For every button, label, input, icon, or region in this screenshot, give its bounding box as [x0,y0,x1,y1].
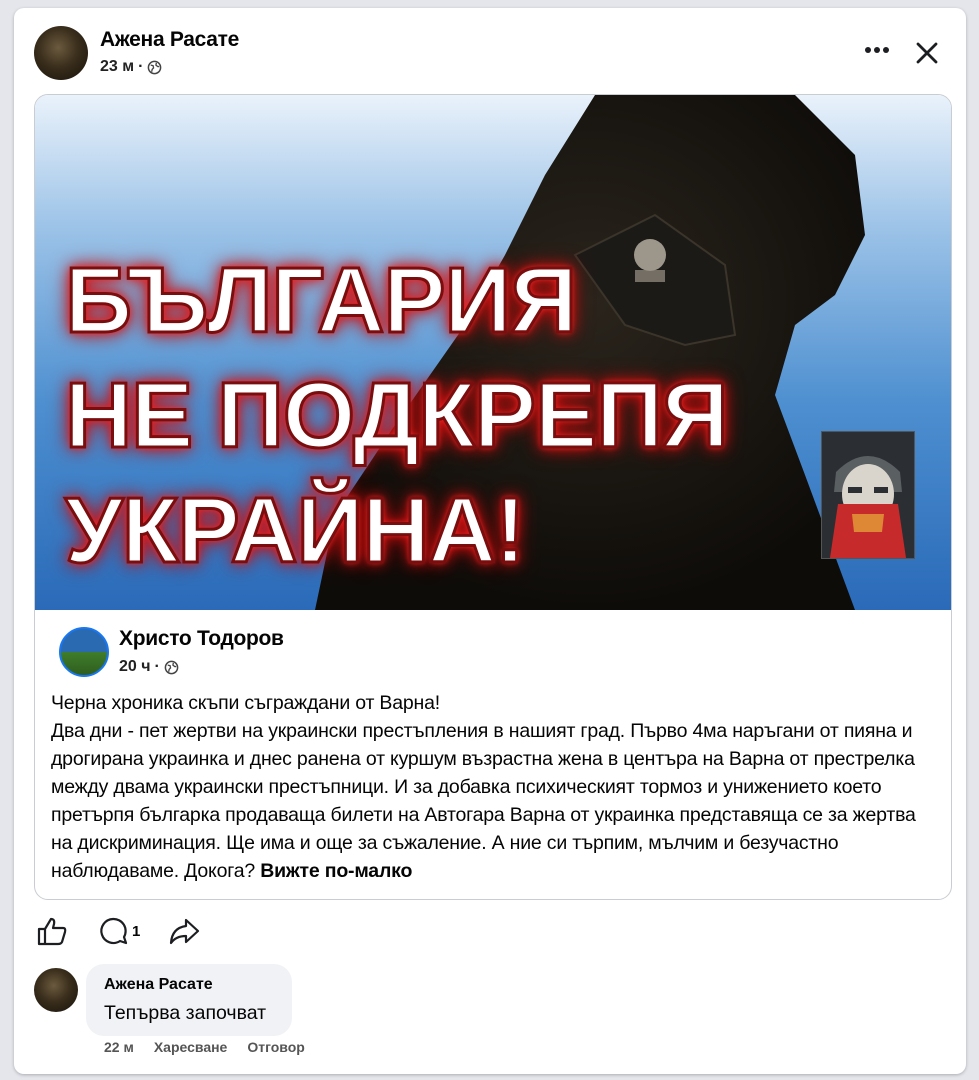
image-headline: БЪЛГАРИЯ НЕ ПОДКРЕПЯ УКРАЙНА! [64,243,731,588]
globe-icon [164,660,179,674]
image-headline-line: БЪЛГАРИЯ [64,247,579,354]
post-text-body-content: Два дни - пет жертви на украински престъ… [51,720,916,882]
post-text-body: Два дни - пет жертви на украински престъ… [51,717,941,885]
close-button[interactable] [906,32,948,74]
share-button[interactable] [168,916,200,946]
thumbs-up-icon [37,917,67,946]
post-text: Черна хроника скъпи съграждани от Варна!… [51,689,941,885]
comment-count: 1 [132,922,141,940]
comment-reply-link[interactable]: Отговор [247,1039,304,1055]
comment-bubble-icon [100,917,128,945]
post-meta: 23 м · [100,58,162,76]
original-author-name[interactable]: Христо Тодоров [119,627,284,651]
comment-button[interactable]: 1 [98,916,140,946]
post-time[interactable]: 23 м [100,58,134,76]
comment-author[interactable]: Ажена Расате [104,976,213,994]
post-actions: 1 [36,914,200,948]
original-post-time[interactable]: 20 ч [119,658,151,676]
comment-bubble: Ажена Расате Тепърва започват [86,964,292,1036]
masked-face-logo [821,431,915,559]
like-button[interactable] [36,916,68,946]
commenter-avatar[interactable] [34,968,78,1012]
original-post-meta: 20 ч · [119,658,179,676]
comment-like-link[interactable]: Харесване [154,1039,228,1055]
globe-icon [148,60,162,74]
comment-text: Тепърва започват [104,1002,267,1024]
image-headline-line: УКРАЙНА! [64,477,528,584]
author-name[interactable]: Ажена Расате [100,28,239,52]
more-options-button[interactable] [856,32,898,68]
see-less-link[interactable]: Вижте по-малко [260,860,412,882]
comment-footer: 22 м Харесване Отговор [104,1039,305,1055]
original-author-avatar[interactable] [59,627,109,677]
post-text-title: Черна хроника скъпи съграждани от Варна! [51,692,440,714]
shared-post-image[interactable]: БЪЛГАРИЯ НЕ ПОДКРЕПЯ УКРАЙНА! [35,95,951,610]
image-headline-line: НЕ ПОДКРЕПЯ [64,362,731,469]
more-horizontal-icon [865,47,889,53]
post-card: Ажена Расате 23 м · БЪЛГАРИЯ НЕ ПОДКРЕПЯ… [14,8,966,1074]
share-arrow-icon [170,918,200,945]
author-avatar[interactable] [34,26,88,80]
close-icon [916,42,938,64]
comment-time[interactable]: 22 м [104,1039,134,1055]
shared-post[interactable]: БЪЛГАРИЯ НЕ ПОДКРЕПЯ УКРАЙНА! Христо Тод… [34,94,952,900]
